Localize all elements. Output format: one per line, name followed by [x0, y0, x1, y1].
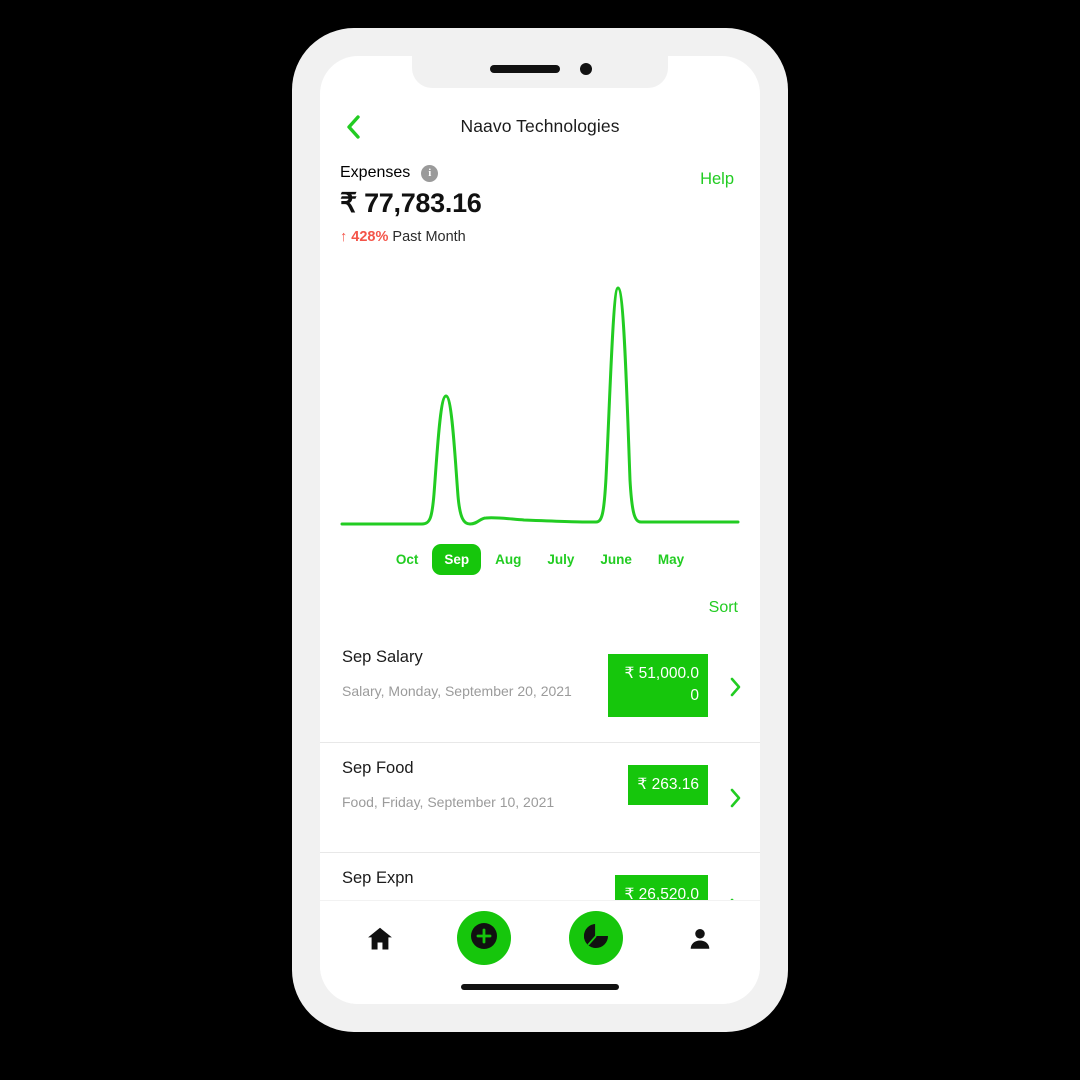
speaker-grille: [490, 65, 560, 73]
table-row[interactable]: Sep Food Food, Friday, September 10, 202…: [320, 742, 760, 852]
total-amount: ₹ 77,783.16: [340, 188, 482, 218]
plus-circle-icon: [469, 921, 499, 956]
table-row[interactable]: Sep Expn ₹ 26,520.0: [320, 852, 760, 900]
top-bar: Naavo Technologies: [320, 108, 760, 154]
phone-notch: [412, 56, 668, 88]
sort-button[interactable]: Sort: [709, 599, 738, 617]
screenshot-root: Naavo Technologies Expenses i Help ₹ 77,…: [0, 0, 1080, 1080]
transaction-text: Sep Expn: [342, 869, 574, 888]
pie-chart-icon: [582, 922, 610, 955]
month-chip-aug[interactable]: Aug: [483, 544, 533, 575]
summary-header: Expenses i: [340, 164, 740, 182]
transaction-title: Sep Food: [342, 759, 414, 777]
month-chip-oct[interactable]: Oct: [384, 544, 431, 575]
transaction-detail-button[interactable]: [728, 787, 742, 814]
transaction-list[interactable]: Sep Salary Salary, Monday, September 20,…: [320, 632, 760, 900]
delta-label: Past Month: [392, 229, 466, 245]
transaction-amount: ₹ 26,520.0: [615, 875, 708, 900]
home-indicator: [461, 984, 619, 990]
transaction-title: Sep Salary: [342, 648, 423, 666]
table-row[interactable]: Sep Salary Salary, Monday, September 20,…: [320, 632, 760, 742]
month-chip-may[interactable]: May: [646, 544, 696, 575]
nav-item-add[interactable]: [457, 911, 511, 965]
month-chip-sep[interactable]: Sep: [432, 544, 482, 575]
person-icon: [687, 926, 713, 957]
transaction-subtitle: Food, Friday, September 10, 2021: [342, 794, 555, 810]
page-title: Naavo Technologies: [460, 116, 620, 136]
delta-percent: 428%: [351, 229, 389, 245]
front-camera: [580, 63, 592, 75]
transaction-text: Sep Food Food, Friday, September 10, 202…: [342, 759, 574, 813]
summary-title: Expenses: [340, 164, 411, 181]
chevron-right-icon: [728, 788, 742, 813]
expenses-line-chart: [334, 268, 746, 530]
home-icon: [366, 925, 394, 958]
chart-line: [340, 286, 740, 526]
transaction-subtitle: Salary, Monday, September 20, 2021: [342, 683, 572, 699]
month-chip-july[interactable]: July: [535, 544, 586, 575]
nav-item-stats[interactable]: [569, 911, 623, 965]
phone-screen: Naavo Technologies Expenses i Help ₹ 77,…: [320, 56, 760, 1004]
nav-item-home[interactable]: [358, 919, 402, 963]
transaction-detail-button[interactable]: [728, 676, 742, 703]
help-link[interactable]: Help: [700, 170, 734, 189]
expenses-summary: Expenses i Help ₹ 77,783.16 ↑ 428% Past …: [340, 164, 740, 245]
chevron-right-icon: [728, 677, 742, 702]
trend-up-icon: ↑: [340, 229, 348, 245]
info-icon[interactable]: i: [421, 164, 439, 182]
transaction-text: Sep Salary Salary, Monday, September 20,…: [342, 648, 574, 702]
month-selector: Oct Sep Aug July June May: [320, 544, 760, 575]
transaction-title: Sep Expn: [342, 869, 414, 887]
delta-row: ↑ 428% Past Month: [340, 229, 740, 245]
bottom-navigation: [320, 900, 760, 1004]
transaction-amount: ₹ 51,000.00: [608, 654, 708, 717]
transaction-amount: ₹ 263.16: [628, 765, 708, 806]
nav-item-profile[interactable]: [678, 919, 722, 963]
month-chip-june[interactable]: June: [588, 544, 644, 575]
